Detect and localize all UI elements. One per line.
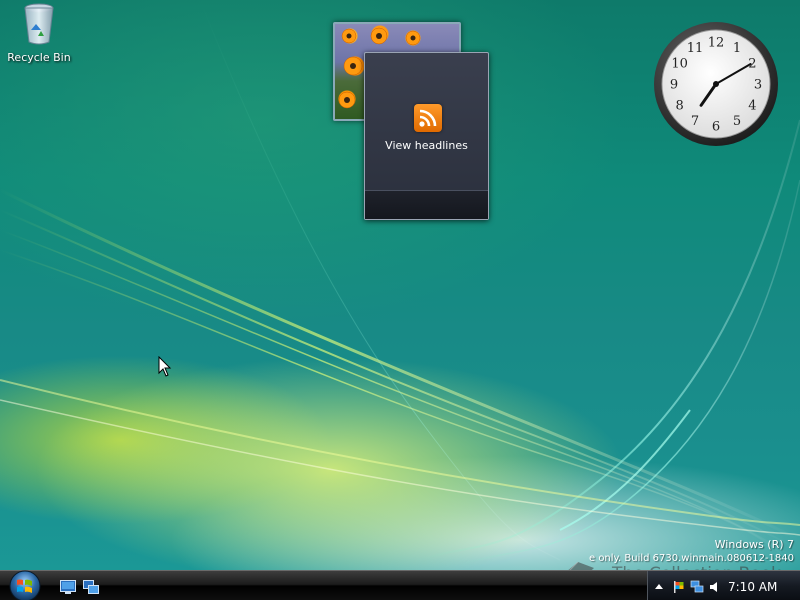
switch-windows-icon[interactable] — [83, 579, 99, 594]
taskbar: 7:10 AM — [0, 570, 800, 600]
feed-headlines-gadget[interactable]: View headlines — [364, 52, 489, 220]
show-desktop-icon[interactable] — [60, 579, 76, 594]
clock-face: 12 1234567891011 — [654, 22, 778, 146]
clock-numeral: 8 — [675, 99, 683, 114]
taskbar-clock[interactable]: 7:10 AM — [728, 580, 777, 594]
recycle-bin-desktop-icon[interactable]: Recycle Bin — [6, 2, 72, 64]
clock-numeral: 1 — [733, 41, 741, 56]
clock-numeral: 9 — [670, 78, 678, 93]
volume-icon[interactable] — [708, 579, 722, 593]
clock-numeral: 12 — [708, 36, 725, 51]
clock-numeral: 7 — [691, 114, 699, 129]
chevron-up-icon[interactable] — [652, 579, 666, 593]
clock-numeral: 5 — [733, 114, 741, 129]
windows-logo-icon — [9, 570, 41, 600]
recycle-bin-label: Recycle Bin — [7, 51, 71, 64]
network-icon[interactable] — [690, 579, 704, 593]
clock-numeral: 4 — [748, 99, 756, 114]
start-button[interactable] — [6, 569, 44, 600]
view-headlines-label[interactable]: View headlines — [365, 139, 488, 152]
clock-numeral: 11 — [687, 41, 704, 56]
feed-gadget-footer — [365, 190, 488, 219]
notification-area: 7:10 AM — [647, 571, 800, 600]
clock-numeral: 10 — [671, 57, 688, 72]
clock-numeral: 6 — [712, 120, 720, 135]
rss-icon[interactable] — [414, 104, 442, 132]
watermark-line-1: Windows (R) 7 — [714, 538, 794, 551]
mouse-pointer-icon — [158, 356, 172, 377]
desktop[interactable]: Recycle Bin View headlines 12 1 2 3 4 5 … — [0, 0, 800, 600]
action-center-flag-icon[interactable] — [672, 579, 686, 593]
clock-numeral: 3 — [754, 78, 762, 93]
clock-gadget[interactable]: 12 1 2 3 4 5 6 7 8 9 10 11 — [652, 20, 780, 148]
recycle-bin-icon — [24, 3, 54, 45]
